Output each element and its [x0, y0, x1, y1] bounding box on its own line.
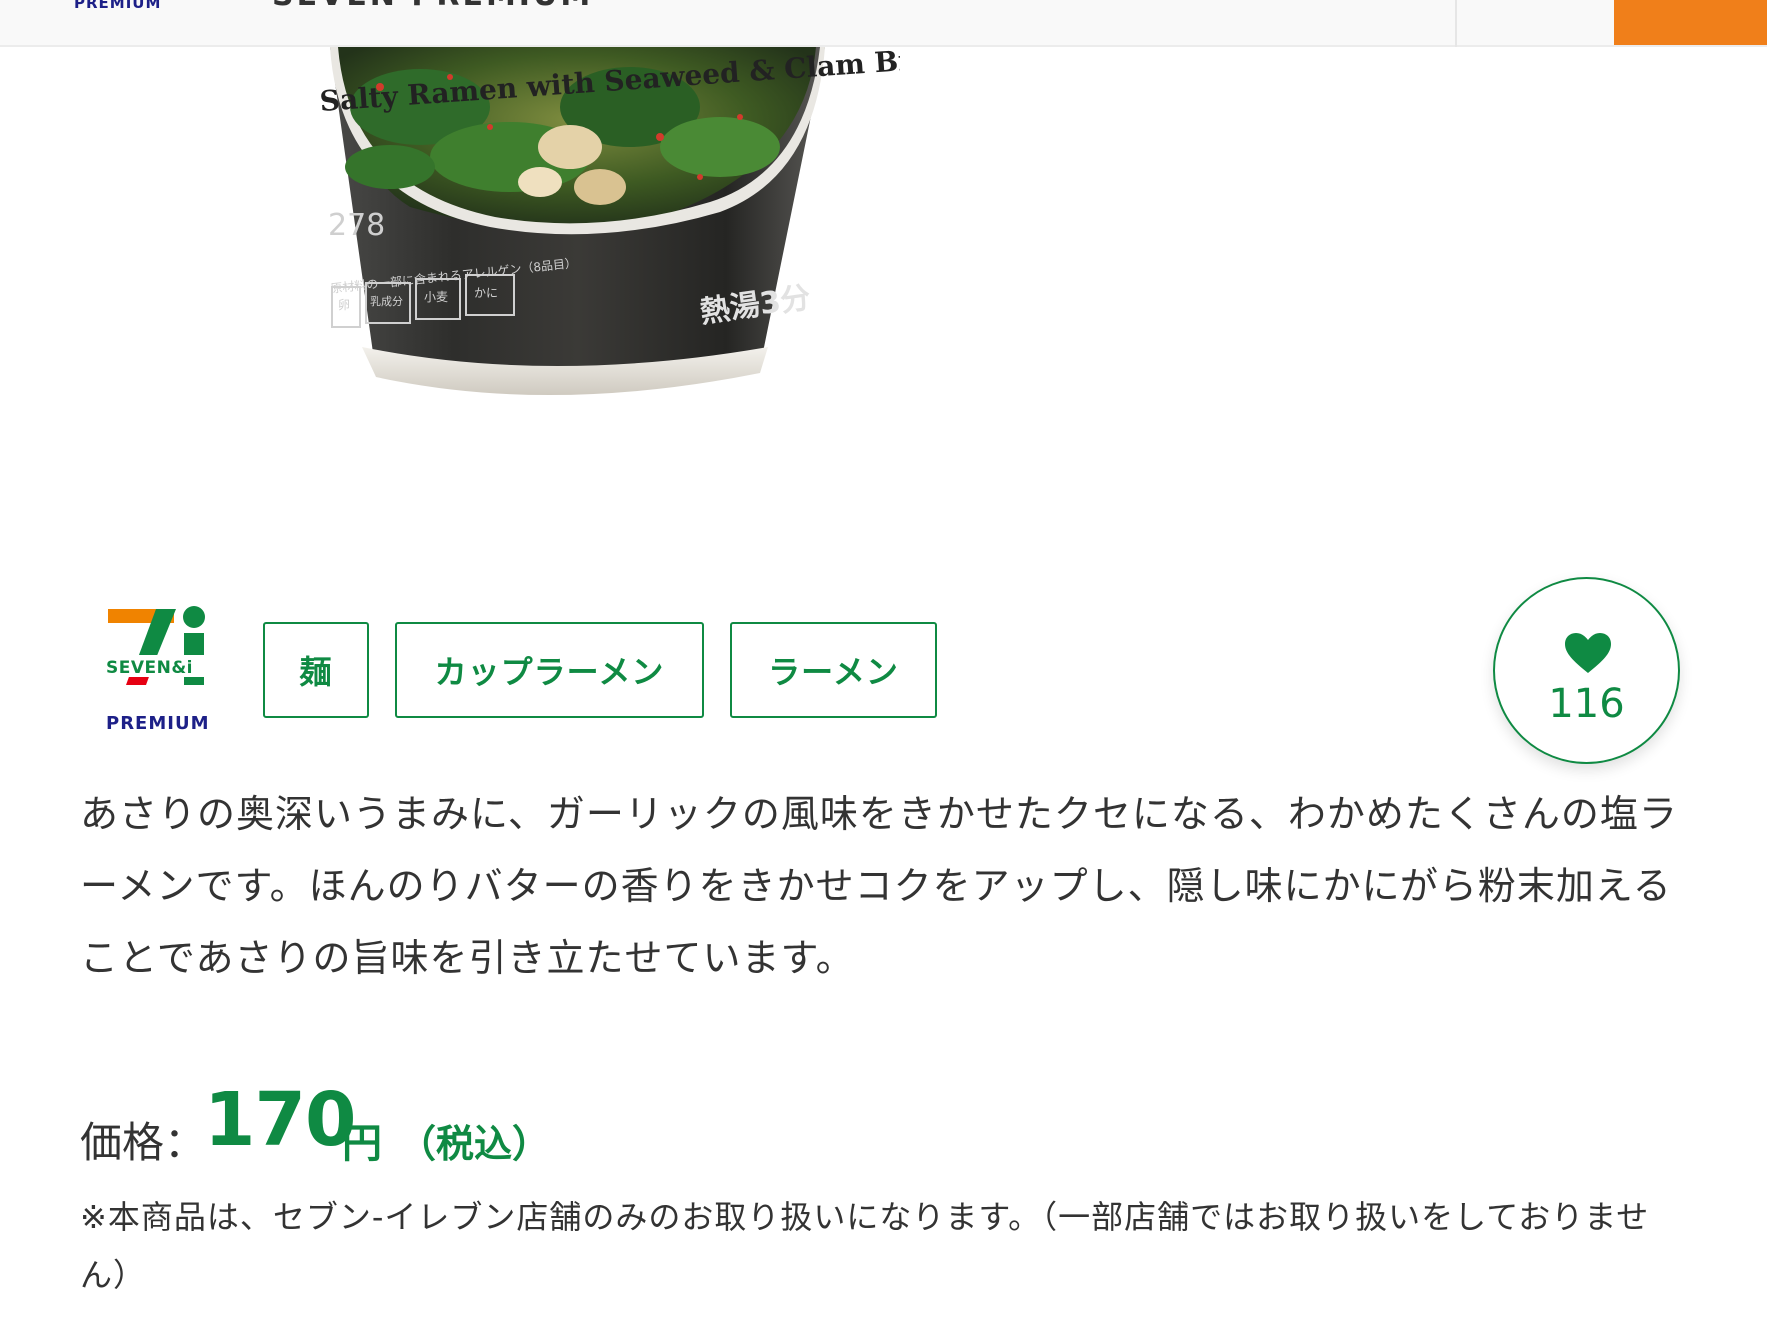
- price-unit: 円: [342, 1121, 382, 1167]
- site-header: PREMIUM SEVEN PREMIUM: [0, 0, 1767, 47]
- header-menu-button[interactable]: [1614, 0, 1767, 45]
- product-image: Salty Ramen with Seaweed & Clam Broth 27…: [319, 47, 900, 396]
- price-label: 価格：: [80, 1118, 207, 1167]
- header-brand-title[interactable]: SEVEN PREMIUM: [272, 0, 593, 13]
- product-description: あさりの奥深いうまみに、ガーリックの風味をきかせたクセになる、わかめたくさんの塩…: [80, 792, 1678, 980]
- logo-brand-line: SEVEN&i: [106, 658, 193, 678]
- header-logo[interactable]: PREMIUM: [74, 0, 161, 12]
- allergen-wheat: 小麦: [424, 290, 448, 304]
- product-image-cal-text: 278: [328, 208, 385, 243]
- allergen-milk: 乳成分: [370, 295, 403, 308]
- price: 価格： 170 円 （税込）: [80, 1075, 880, 1175]
- heart-icon: [1565, 633, 1611, 673]
- price-value: 170: [204, 1077, 356, 1163]
- favorite-count: 116: [1548, 681, 1625, 727]
- product-page: PREMIUM SEVEN PREMIUM: [0, 0, 1767, 1326]
- logo-sub-line: PREMIUM: [106, 713, 210, 734]
- tag-cup-ramen[interactable]: カップラーメン: [395, 622, 704, 718]
- header-divider: [1455, 0, 1457, 47]
- tag-ramen[interactable]: ラーメン: [730, 622, 937, 718]
- tag-noodles[interactable]: 麺: [263, 622, 369, 718]
- seven-premium-logo: SEVEN&i PREMIUM: [104, 606, 214, 734]
- price-tax-note: （税込）: [398, 1122, 551, 1166]
- allergen-egg: 卵: [338, 298, 350, 312]
- allergen-crab: かに: [474, 286, 498, 300]
- favorite-button[interactable]: 116: [1493, 577, 1680, 764]
- availability-note: ※本商品は、セブン-イレブン店舗のみのお取り扱いになります。（一部店舗ではお取り…: [80, 1198, 1650, 1294]
